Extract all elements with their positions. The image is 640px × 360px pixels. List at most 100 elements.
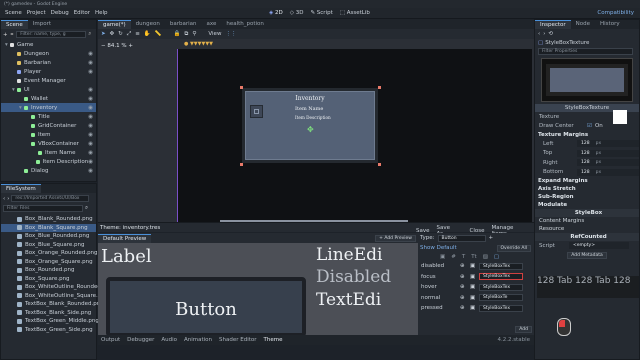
- visibility-eye-icon[interactable]: ◉: [88, 87, 93, 93]
- viewport[interactable]: − 84.1 % + ● ▼▼▼▼▼▼ Inventory Item Name …: [98, 39, 534, 222]
- file-item[interactable]: Box_WhiteOutline_Rounded.png: [1, 283, 113, 292]
- pin-icon[interactable]: ⊕: [460, 284, 470, 290]
- scene-node[interactable]: Dungeon ◉: [1, 49, 96, 58]
- tab-history[interactable]: History: [595, 20, 625, 29]
- menu-editor[interactable]: Editor: [74, 10, 90, 16]
- group-icon[interactable]: ⧉: [184, 31, 188, 38]
- inspector-subsection[interactable]: Sub-Region: [535, 193, 639, 201]
- renderer-label[interactable]: Compatibility: [597, 10, 634, 16]
- snap-icon[interactable]: ⋮⋮: [225, 31, 236, 37]
- scene-filter-input[interactable]: Filter: name, type, g: [16, 31, 87, 38]
- override-icon[interactable]: ▣: [470, 274, 479, 280]
- file-item[interactable]: Box_Orange_Square.png: [1, 258, 96, 267]
- view-menu[interactable]: View: [208, 31, 221, 37]
- visibility-eye-icon[interactable]: ◉: [88, 141, 93, 147]
- file-item[interactable]: Box_WhiteOutline_Square.png: [1, 292, 108, 301]
- tab-import[interactable]: Import: [28, 20, 56, 29]
- stylebox-value-field[interactable]: StyleBoxTex: [479, 262, 523, 270]
- constant-type-icon[interactable]: #: [451, 254, 456, 260]
- property-filter-input[interactable]: Filter Properties: [538, 48, 633, 55]
- inventory-item-slot[interactable]: [250, 105, 263, 118]
- override-icon[interactable]: ▣: [470, 295, 479, 301]
- menu-project[interactable]: Project: [27, 10, 46, 16]
- scene-node[interactable]: Dialog ◉: [1, 166, 96, 175]
- resize-handle-tr[interactable]: [378, 86, 381, 89]
- inspector-subsection[interactable]: Expand Margins: [535, 177, 639, 185]
- stylebox-value-field[interactable]: StyleBoxTex: [479, 283, 523, 291]
- file-item[interactable]: Box_Blank_Rounded.png: [1, 215, 96, 224]
- texture-thumbnail[interactable]: [613, 109, 627, 124]
- resize-handle-bl[interactable]: [240, 163, 243, 166]
- select-tool-icon[interactable]: ➤: [101, 31, 106, 37]
- workspace-script[interactable]: ✎ Script: [310, 10, 332, 16]
- list-tool-icon[interactable]: ≡: [135, 31, 140, 37]
- forward-icon[interactable]: ›: [543, 31, 545, 37]
- file-item[interactable]: Box_Blank_Square.png: [1, 223, 96, 232]
- preview-textedit[interactable]: TextEdi: [316, 290, 381, 310]
- tab-output[interactable]: Output: [101, 337, 120, 343]
- workspace-assetlib[interactable]: ⬚ AssetLib: [340, 10, 370, 16]
- scene-node[interactable]: Title ◉: [1, 112, 96, 121]
- inspector-subsection[interactable]: Modulate: [535, 201, 639, 209]
- visibility-eye-icon[interactable]: ◉: [88, 96, 93, 102]
- preview-lineedit[interactable]: LineEdi: [316, 245, 382, 265]
- back-icon[interactable]: ‹: [3, 196, 5, 202]
- menu-scene[interactable]: Scene: [5, 10, 22, 16]
- stylebox-value-field[interactable]: StyleBoxTe: [479, 294, 523, 302]
- visibility-eye-icon[interactable]: ◉: [88, 159, 93, 165]
- file-item[interactable]: TextBox_Blank_Rounded.png: [1, 300, 104, 309]
- margin-value-field[interactable]: 128 px: [577, 168, 639, 176]
- tab-theme[interactable]: Theme: [264, 337, 283, 343]
- stylebox-type-icon[interactable]: ▢: [494, 254, 499, 260]
- file-item[interactable]: Box_Orange_Rounded.png: [1, 249, 98, 258]
- type-select[interactable]: Button: [437, 234, 486, 242]
- scene-node[interactable]: ▾ Inventory ◉: [1, 103, 96, 112]
- override-icon[interactable]: ▣: [470, 263, 479, 269]
- tab-filesystem[interactable]: FileSystem: [1, 184, 41, 193]
- file-item[interactable]: Box_Blue_Rounded.png: [1, 232, 96, 241]
- scene-tab-axe[interactable]: axe: [202, 20, 222, 29]
- file-item[interactable]: Box_Rounded.png: [1, 266, 96, 275]
- stylebox-section[interactable]: StyleBox: [535, 209, 639, 217]
- scene-node[interactable]: Barbarian ◉: [1, 58, 96, 67]
- forward-icon[interactable]: ›: [7, 196, 9, 202]
- scene-node[interactable]: Player ◉: [1, 67, 96, 76]
- zoom-in-icon[interactable]: +: [128, 43, 133, 49]
- pivot-icon[interactable]: ✥: [307, 125, 314, 134]
- tab-debugger[interactable]: Debugger: [127, 337, 154, 343]
- override-icon[interactable]: ▣: [470, 284, 479, 290]
- filesystem-filter-input[interactable]: Filter Files: [3, 205, 83, 212]
- refcounted-section[interactable]: RefCounted: [535, 233, 639, 241]
- margin-value-field[interactable]: 128 px: [577, 149, 639, 157]
- pan-tool-icon[interactable]: ✋: [144, 31, 151, 37]
- file-item[interactable]: TextBox_Green_Side.png: [1, 326, 96, 335]
- visibility-eye-icon[interactable]: ◉: [88, 168, 93, 174]
- scale-tool-icon[interactable]: ⤢: [127, 31, 131, 38]
- filesystem-path-input[interactable]: res://Imported Assets/UI/Box: [11, 195, 90, 202]
- add-node-icon[interactable]: +: [3, 32, 8, 38]
- tab-inspector[interactable]: Inspector: [535, 20, 571, 29]
- history-icon[interactable]: ⟲: [548, 31, 553, 37]
- override-icon[interactable]: ▣: [470, 305, 479, 311]
- content-margins-section[interactable]: Content Margins: [535, 217, 639, 225]
- tab-shader-editor[interactable]: Shader Editor: [219, 337, 257, 343]
- add-metadata-button[interactable]: Add Metadata: [567, 251, 607, 259]
- scene-node[interactable]: Wallet ◉: [1, 94, 96, 103]
- menu-debug[interactable]: Debug: [51, 10, 69, 16]
- zoom-indicator[interactable]: − 84.1 % +: [101, 43, 133, 49]
- move-tool-icon[interactable]: ✥: [110, 31, 115, 37]
- show-default-toggle[interactable]: Show Default: [420, 245, 457, 251]
- stylebox-value-field[interactable]: StyleBoxTex: [479, 304, 523, 312]
- scene-tab-health-potion[interactable]: health_potion: [221, 20, 269, 29]
- scene-tab-barbarian[interactable]: barbarian: [165, 20, 202, 29]
- add-preview-button[interactable]: + Add Preview: [375, 234, 416, 242]
- icon-type-icon[interactable]: ▨: [483, 254, 488, 260]
- back-icon[interactable]: ‹: [538, 31, 540, 37]
- link-icon[interactable]: ⚭: [10, 32, 15, 38]
- pin-icon[interactable]: ⊕: [460, 305, 470, 311]
- lock-icon[interactable]: 🔒: [174, 31, 181, 37]
- visibility-eye-icon[interactable]: ◉: [88, 105, 93, 111]
- inventory-panel[interactable]: Inventory Item Name Item Description ✥: [242, 88, 378, 163]
- script-value[interactable]: <empty>: [569, 242, 629, 250]
- workspace-3d[interactable]: ◇ 3D: [290, 10, 304, 16]
